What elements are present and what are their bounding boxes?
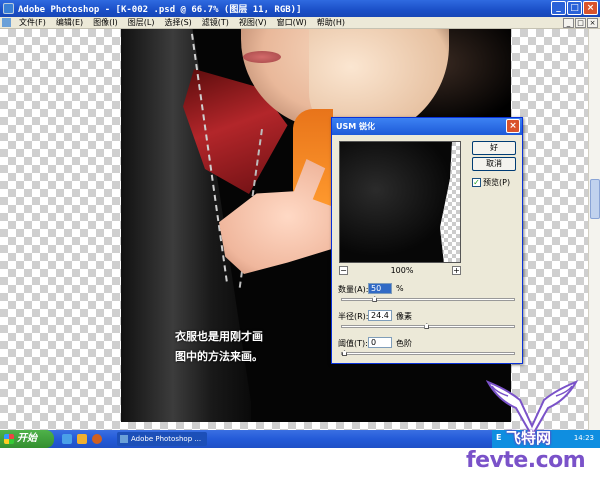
checkmark-icon: ✓: [472, 178, 481, 187]
maximize-button[interactable]: □: [567, 1, 582, 15]
dialog-titlebar[interactable]: USM 锐化 ×: [332, 118, 522, 135]
dialog-title: USM 锐化: [336, 122, 376, 131]
preview-label: 预览(P): [483, 178, 511, 187]
threshold-slider[interactable]: [341, 350, 515, 356]
minimize-button[interactable]: _: [551, 1, 566, 15]
radius-input[interactable]: 24.4: [368, 310, 392, 321]
close-button[interactable]: ×: [583, 1, 598, 15]
unsharp-mask-dialog: USM 锐化 × − 100% + 好 取消 ✓ 预览(P) 数量(A): 50…: [331, 117, 523, 364]
document-icon[interactable]: [2, 18, 11, 27]
menu-items: 文件(F) 编辑(E) 图像(I) 图层(L) 选择(S) 滤镜(T) 视图(V…: [14, 17, 350, 29]
photoshop-task-icon: [120, 435, 128, 443]
ok-button[interactable]: 好: [472, 141, 516, 155]
show-desktop-icon[interactable]: [62, 434, 72, 444]
doc-restore-button[interactable]: □: [575, 18, 586, 28]
vertical-scrollbar[interactable]: [588, 29, 600, 430]
menu-image[interactable]: 图像(I): [88, 17, 123, 29]
watermark-en: fevte.com: [466, 448, 586, 473]
document-controls: _ □ ×: [563, 18, 598, 28]
menu-edit[interactable]: 编辑(E): [51, 17, 88, 29]
zoom-out-button[interactable]: −: [339, 266, 348, 275]
lips: [243, 51, 281, 63]
menu-view[interactable]: 视图(V): [234, 17, 272, 29]
amount-label: 数量(A):: [338, 285, 369, 294]
threshold-input[interactable]: 0: [368, 337, 392, 348]
amount-slider[interactable]: [341, 296, 515, 302]
threshold-label: 阈值(T):: [338, 339, 368, 348]
menu-layer[interactable]: 图层(L): [123, 17, 160, 29]
threshold-unit: 色阶: [396, 339, 412, 348]
start-label: 开始: [17, 433, 37, 444]
menu-window[interactable]: 窗口(W): [272, 17, 312, 29]
dialog-close-button[interactable]: ×: [506, 119, 520, 133]
filter-preview[interactable]: [339, 141, 461, 263]
zoom-level: 100%: [390, 266, 414, 275]
watermark-cn: 飞特网: [506, 429, 552, 447]
radius-unit: 像素: [396, 312, 412, 321]
menu-bar: 文件(F) 编辑(E) 图像(I) 图层(L) 选择(S) 滤镜(T) 视图(V…: [0, 17, 600, 29]
amount-input[interactable]: 50: [368, 283, 392, 294]
doc-minimize-button[interactable]: _: [563, 18, 574, 28]
preview-checkbox[interactable]: ✓ 预览(P): [472, 177, 510, 188]
amount-unit: %: [396, 284, 404, 293]
doc-close-button[interactable]: ×: [587, 18, 598, 28]
window-title: Adobe Photoshop - [K-002 .psd @ 66.7% (图…: [18, 5, 302, 15]
caption-line-2: 图中的方法来画。: [175, 350, 263, 363]
radius-slider[interactable]: [341, 323, 515, 329]
menu-filter[interactable]: 滤镜(T): [197, 17, 234, 29]
menu-select[interactable]: 选择(S): [159, 17, 196, 29]
caption-line-1: 衣服也是用刚才画: [175, 330, 263, 343]
amount-slider-knob[interactable]: [372, 296, 378, 302]
menu-help[interactable]: 帮助(H): [312, 17, 350, 29]
zoom-in-button[interactable]: +: [452, 266, 461, 275]
radius-slider-knob[interactable]: [424, 323, 430, 329]
radius-label: 半径(R):: [338, 312, 369, 321]
scrollbar-thumb[interactable]: [590, 179, 600, 219]
menu-file[interactable]: 文件(F): [14, 17, 51, 29]
tutorial-caption: 衣服也是用刚才画 图中的方法来画。: [175, 327, 263, 367]
taskbar-item-photoshop[interactable]: Adobe Photoshop ...: [117, 432, 207, 446]
quicklaunch-browser-icon[interactable]: [92, 434, 102, 444]
photoshop-app-icon: [3, 3, 14, 14]
quicklaunch-folder-icon[interactable]: [77, 434, 87, 444]
cancel-button[interactable]: 取消: [472, 157, 516, 171]
windows-flag-icon: [4, 434, 14, 444]
start-button[interactable]: 开始: [0, 430, 54, 448]
task-label: Adobe Photoshop ...: [131, 435, 202, 443]
threshold-slider-knob[interactable]: [342, 350, 347, 356]
window-controls: _ □ ×: [551, 1, 598, 15]
window-titlebar[interactable]: Adobe Photoshop - [K-002 .psd @ 66.7% (图…: [0, 0, 600, 17]
